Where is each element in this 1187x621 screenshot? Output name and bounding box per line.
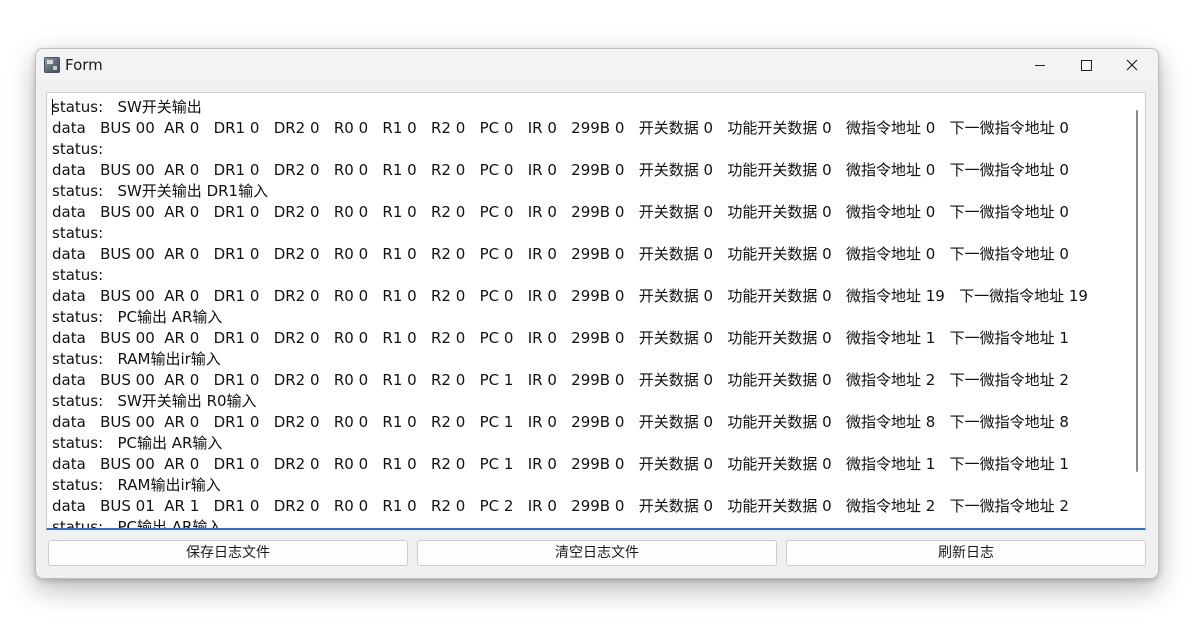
- log-line: status:: [52, 224, 104, 242]
- clear-log-button[interactable]: 清空日志文件: [417, 540, 777, 566]
- window-title: Form: [65, 56, 103, 74]
- form-window: Form status: SW开关输出 data BUS 00 AR 0 DR1 …: [35, 48, 1159, 579]
- log-line: status: SW开关输出 DR1输入: [52, 182, 269, 200]
- log-line: data BUS 00 AR 0 DR1 0 DR2 0 R0 0 R1 0 R…: [52, 371, 1069, 389]
- log-line: status: RAM输出ir输入: [52, 350, 221, 368]
- log-line: status: PC输出 AR输入: [52, 434, 223, 452]
- close-button[interactable]: [1109, 49, 1155, 81]
- minimize-icon: [1035, 64, 1045, 66]
- log-scrollbar[interactable]: [1129, 93, 1145, 528]
- log-content: status: SW开关输出 data BUS 00 AR 0 DR1 0 DR2…: [52, 97, 1132, 530]
- log-line: status:: [52, 266, 104, 284]
- log-line: data BUS 00 AR 0 DR1 0 DR2 0 R0 0 R1 0 R…: [52, 413, 1069, 431]
- save-log-button[interactable]: 保存日志文件: [48, 540, 408, 566]
- log-line: status: SW开关输出 R0输入: [52, 392, 257, 410]
- log-line: status: PC输出 AR输入: [52, 518, 223, 530]
- log-line: data BUS 00 AR 0 DR1 0 DR2 0 R0 0 R1 0 R…: [52, 119, 1069, 137]
- scrollbar-thumb[interactable]: [1136, 110, 1138, 472]
- button-row: 保存日志文件 清空日志文件 刷新日志: [48, 540, 1148, 566]
- close-icon: [1126, 59, 1138, 71]
- log-line: status: RAM输出ir输入: [52, 476, 221, 494]
- log-line: status: SW开关输出: [52, 98, 202, 116]
- log-line: data BUS 00 AR 0 DR1 0 DR2 0 R0 0 R1 0 R…: [52, 287, 1088, 305]
- app-icon: [44, 57, 60, 73]
- log-line: data BUS 00 AR 0 DR1 0 DR2 0 R0 0 R1 0 R…: [52, 455, 1069, 473]
- log-line: data BUS 00 AR 0 DR1 0 DR2 0 R0 0 R1 0 R…: [52, 329, 1069, 347]
- refresh-log-button[interactable]: 刷新日志: [786, 540, 1146, 566]
- log-line: data BUS 00 AR 0 DR1 0 DR2 0 R0 0 R1 0 R…: [52, 161, 1069, 179]
- log-text-area[interactable]: status: SW开关输出 data BUS 00 AR 0 DR1 0 DR2…: [46, 92, 1146, 530]
- log-line: status:: [52, 140, 104, 158]
- log-line: status: PC输出 AR输入: [52, 308, 223, 326]
- text-caret: [52, 99, 53, 115]
- log-line: data BUS 00 AR 0 DR1 0 DR2 0 R0 0 R1 0 R…: [52, 245, 1069, 263]
- maximize-button[interactable]: [1063, 49, 1109, 81]
- log-line: data BUS 01 AR 1 DR1 0 DR2 0 R0 0 R1 0 R…: [52, 497, 1069, 515]
- maximize-icon: [1080, 59, 1092, 71]
- minimize-button[interactable]: [1017, 49, 1063, 81]
- title-bar[interactable]: Form: [36, 49, 1158, 81]
- log-line: data BUS 00 AR 0 DR1 0 DR2 0 R0 0 R1 0 R…: [52, 203, 1069, 221]
